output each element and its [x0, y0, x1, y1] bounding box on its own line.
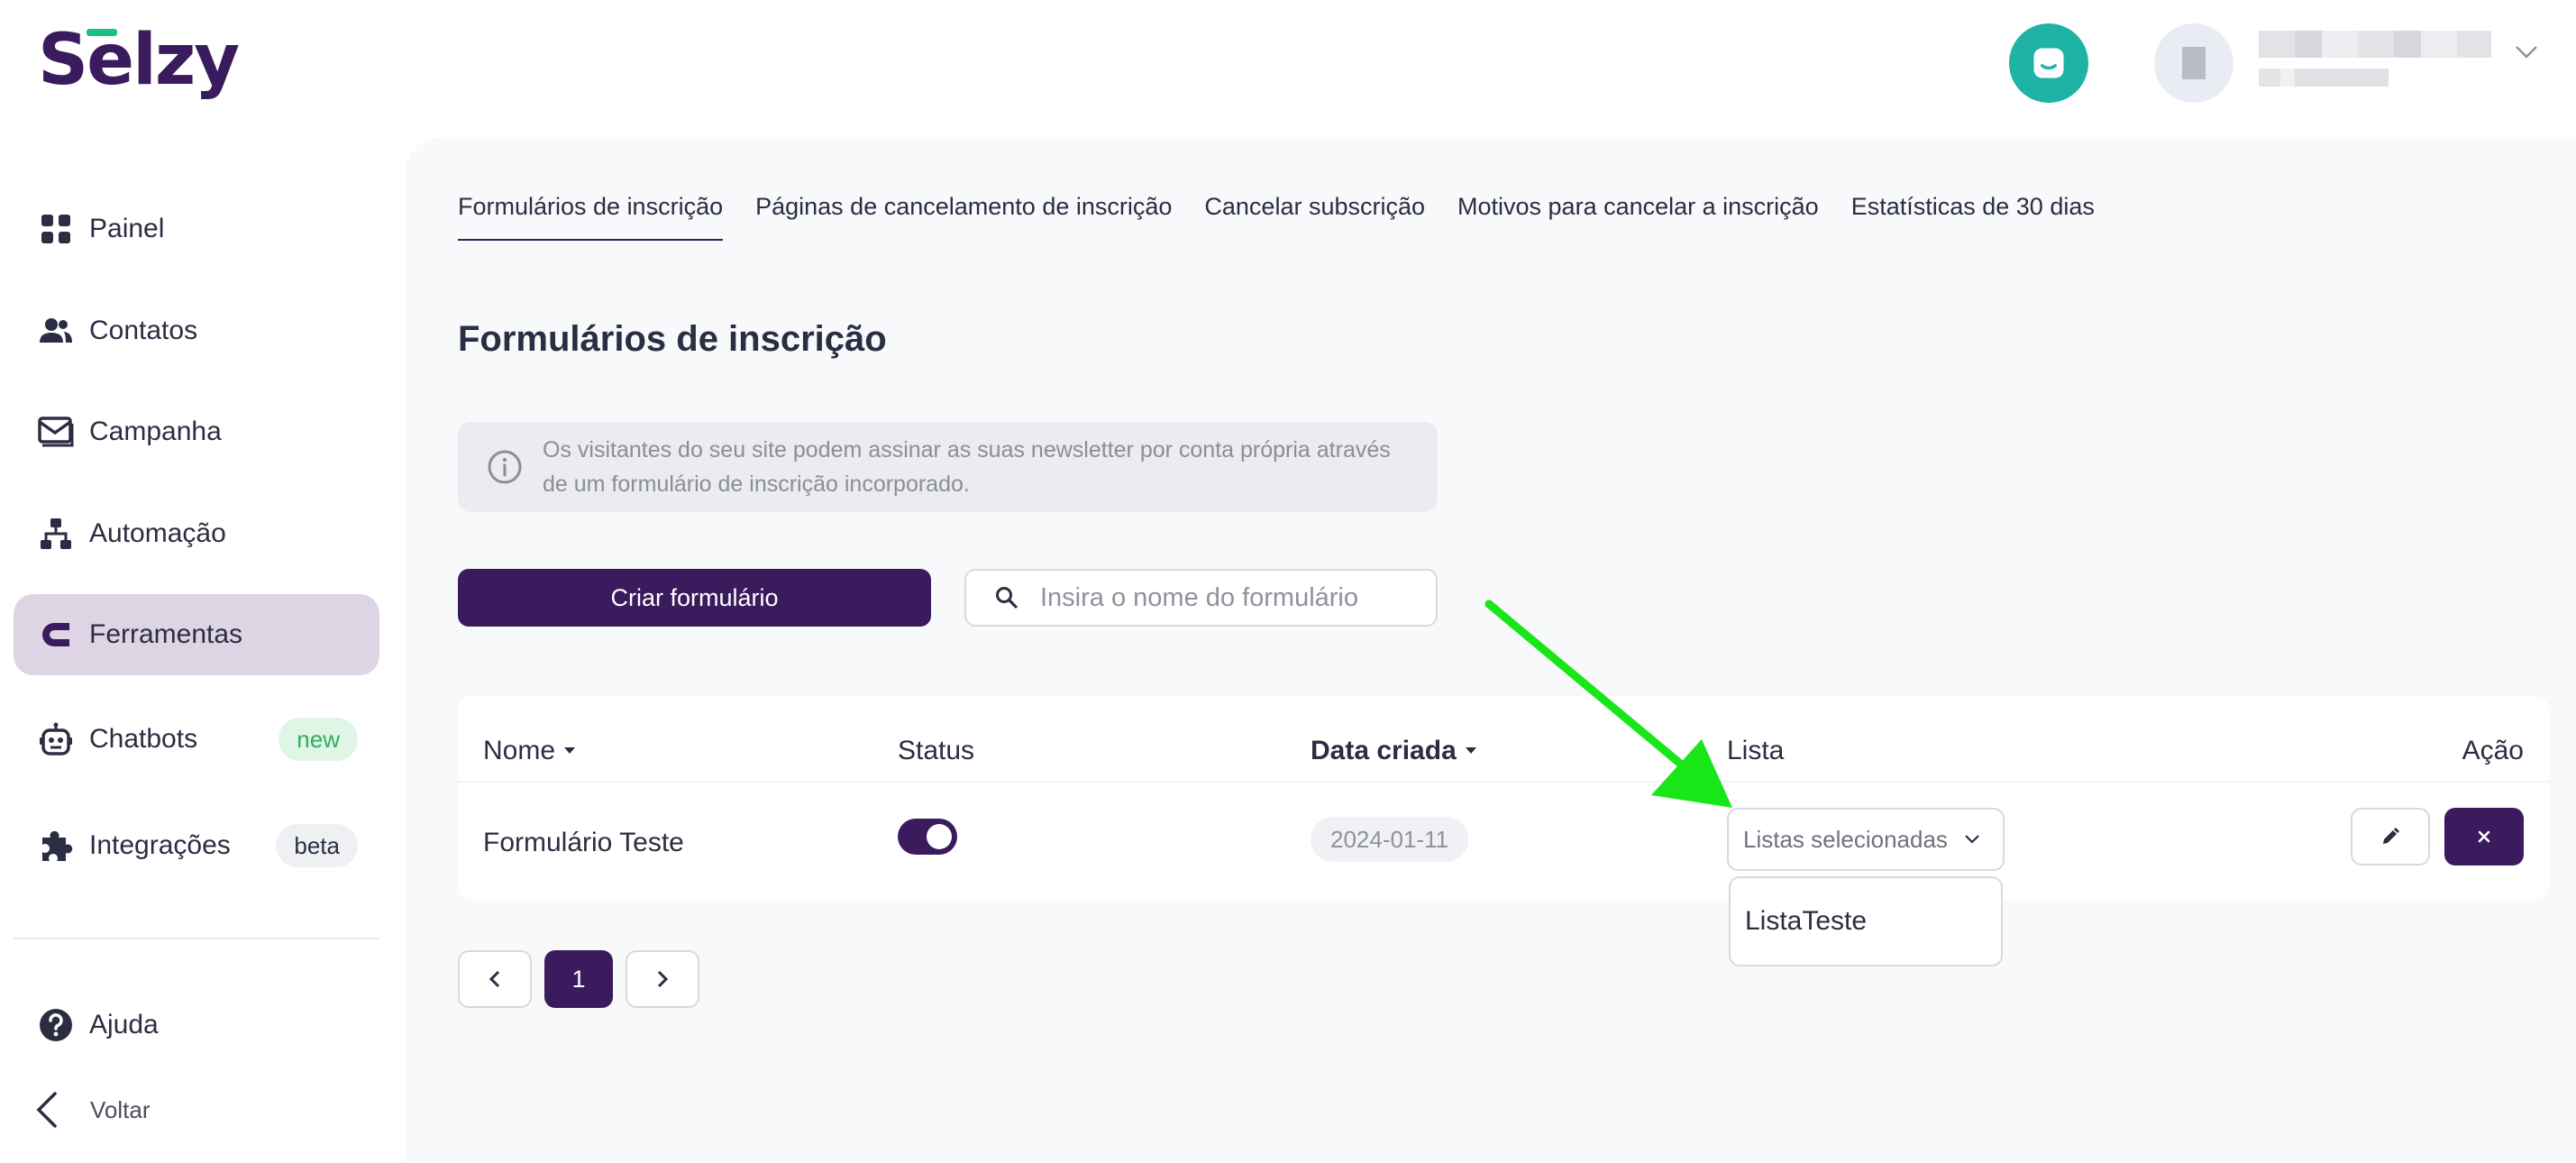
sidebar-item-chatbots[interactable]: Chatbots new	[14, 699, 379, 780]
pencil-icon	[2383, 828, 2399, 844]
robot-icon	[35, 722, 77, 756]
tab-motivos-cancelar[interactable]: Motivos para cancelar a inscrição	[1457, 193, 1819, 241]
info-banner: Os visitantes do seu site podem assinar …	[458, 422, 1438, 512]
annotation-arrow-icon	[1484, 600, 1732, 808]
help-icon	[35, 1008, 77, 1042]
list-select[interactable]: Listas selecionadas	[1727, 808, 2005, 871]
new-badge: new	[279, 718, 358, 761]
prev-page-button[interactable]	[458, 950, 532, 1008]
sidebar-divider	[14, 938, 379, 939]
search-input[interactable]	[1040, 582, 1419, 613]
sidebar-item-painel[interactable]: Painel	[14, 188, 379, 270]
chat-button[interactable]	[2009, 23, 2088, 103]
toggle-knob	[927, 824, 952, 849]
delete-button[interactable]	[2444, 808, 2524, 865]
list-dropdown: ListaTeste	[1729, 876, 2003, 966]
sidebar-item-label: Automação	[89, 518, 226, 548]
tab-formularios-inscricao[interactable]: Formulários de inscrição	[458, 193, 724, 241]
user-menu-chevron[interactable]	[2515, 45, 2538, 64]
chevron-left-icon	[489, 970, 500, 988]
form-name: Formulário Teste	[483, 828, 684, 857]
column-header-label: Nome	[483, 736, 556, 765]
tab-estatisticas-30-dias[interactable]: Estatísticas de 30 dias	[1851, 193, 2095, 241]
sidebar-item-label: Ajuda	[89, 1010, 159, 1039]
info-text: Os visitantes do seu site podem assinar …	[543, 437, 1391, 497]
chat-bubble-icon	[2033, 48, 2064, 78]
close-icon	[2478, 830, 2490, 843]
sidebar-item-ajuda[interactable]: Ajuda	[14, 984, 379, 1066]
sidebar-item-label: Contatos	[89, 316, 198, 345]
column-header-acao: Ação	[2462, 736, 2524, 765]
puzzle-icon	[35, 829, 77, 863]
chevron-right-icon	[657, 970, 669, 988]
created-date: 2024-01-11	[1311, 817, 1469, 862]
sidebar-item-automacao[interactable]: Automação	[14, 493, 379, 574]
next-page-button[interactable]	[626, 950, 699, 1008]
status-toggle[interactable]	[898, 819, 957, 855]
list-select-label: Listas selecionadas	[1743, 825, 1948, 853]
sidebar-item-label: Painel	[89, 214, 165, 243]
tab-cancelar-subscricao[interactable]: Cancelar subscrição	[1204, 193, 1425, 241]
search-field[interactable]	[964, 569, 1438, 627]
chevron-down-icon	[1964, 834, 1980, 845]
edit-button[interactable]	[2351, 808, 2430, 865]
column-header-data-criada[interactable]: Data criada	[1311, 736, 1476, 766]
sidebar-item-integracoes[interactable]: Integrações beta	[14, 805, 379, 886]
create-form-button[interactable]: Criar formulário	[458, 569, 931, 627]
sidebar-item-ferramentas[interactable]: Ferramentas	[14, 594, 379, 675]
beta-badge: beta	[276, 824, 358, 867]
user-avatar[interactable]	[2154, 23, 2233, 103]
sidebar: Painel Contatos Campanha Automação Ferra…	[0, 144, 397, 1163]
tab-paginas-cancelamento[interactable]: Páginas de cancelamento de inscrição	[755, 193, 1172, 241]
envelope-icon	[35, 417, 77, 447]
sidebar-item-label: Ferramentas	[89, 619, 243, 649]
column-header-status: Status	[898, 736, 975, 765]
logo-text: Selzy	[38, 20, 240, 101]
back-label: Voltar	[90, 1095, 151, 1123]
tab-bar: Formulários de inscrição Páginas de canc…	[458, 193, 2127, 241]
magnet-icon	[35, 619, 77, 650]
list-option[interactable]: ListaTeste	[1745, 906, 1867, 937]
user-name-blurred	[2259, 31, 2491, 58]
back-link[interactable]: Voltar	[34, 1091, 151, 1129]
sidebar-item-contatos[interactable]: Contatos	[14, 290, 379, 371]
user-avatar-icon	[2182, 47, 2206, 79]
page-title: Formulários de inscrição	[458, 319, 887, 359]
page-1-button[interactable]: 1	[544, 950, 613, 1008]
sort-caret-icon	[1465, 747, 1476, 754]
sort-caret-icon	[564, 747, 576, 754]
column-header-nome[interactable]: Nome	[483, 736, 576, 766]
search-icon	[995, 586, 1019, 609]
automation-tree-icon	[35, 517, 77, 550]
dashboard-grid-icon	[35, 214, 77, 244]
column-header-label: Data criada	[1311, 736, 1457, 765]
sidebar-item-campanha[interactable]: Campanha	[14, 391, 379, 472]
info-icon	[487, 449, 523, 485]
user-email-blurred	[2259, 69, 2389, 87]
selzy-logo[interactable]: Selzy	[38, 20, 240, 101]
chevron-left-icon	[36, 1092, 57, 1128]
sidebar-item-label: Chatbots	[89, 724, 198, 754]
contacts-icon	[35, 317, 77, 344]
sidebar-item-label: Integrações	[89, 830, 231, 860]
sidebar-item-label: Campanha	[89, 417, 222, 446]
chevron-down-icon	[2516, 46, 2537, 59]
logo-accent-bar	[87, 29, 117, 36]
